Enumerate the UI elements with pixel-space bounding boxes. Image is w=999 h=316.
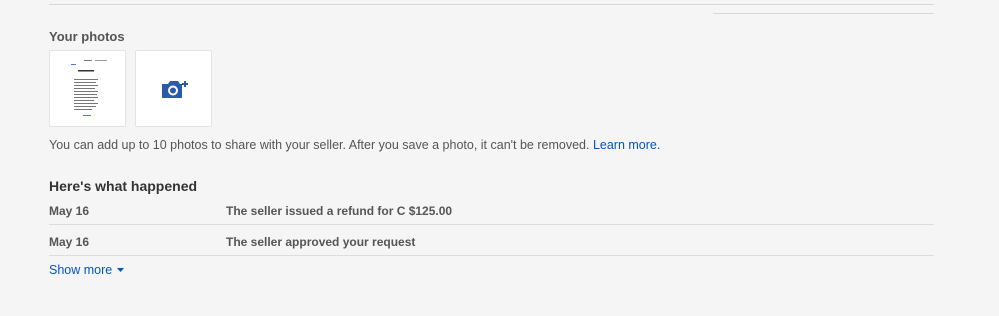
event-date: May 16 (49, 235, 90, 249)
learn-more-link[interactable]: Learn more. (593, 138, 660, 152)
event-date: May 16 (49, 204, 90, 218)
event-row: May 16 The seller approved your request (49, 225, 934, 256)
show-more-button[interactable]: Show more (49, 263, 125, 277)
photo-info-text: You can add up to 10 photos to share wit… (49, 138, 660, 152)
photo-info-message: You can add up to 10 photos to share wit… (49, 138, 590, 152)
event-description: The seller approved your request (226, 235, 416, 249)
photos-heading: Your photos (49, 29, 125, 44)
chevron-down-icon (117, 267, 125, 272)
event-row: May 16 The seller issued a refund for C … (49, 194, 934, 225)
document-thumbnail-icon (71, 60, 107, 116)
top-right-divider (713, 13, 934, 14)
add-photo-button[interactable] (135, 50, 212, 127)
photo-thumbnail[interactable] (49, 50, 126, 127)
show-more-label: Show more (49, 263, 113, 277)
history-heading: Here's what happened (49, 178, 198, 194)
top-divider (49, 4, 934, 5)
camera-plus-icon (162, 81, 188, 98)
event-description: The seller issued a refund for C $125.00 (226, 204, 453, 218)
